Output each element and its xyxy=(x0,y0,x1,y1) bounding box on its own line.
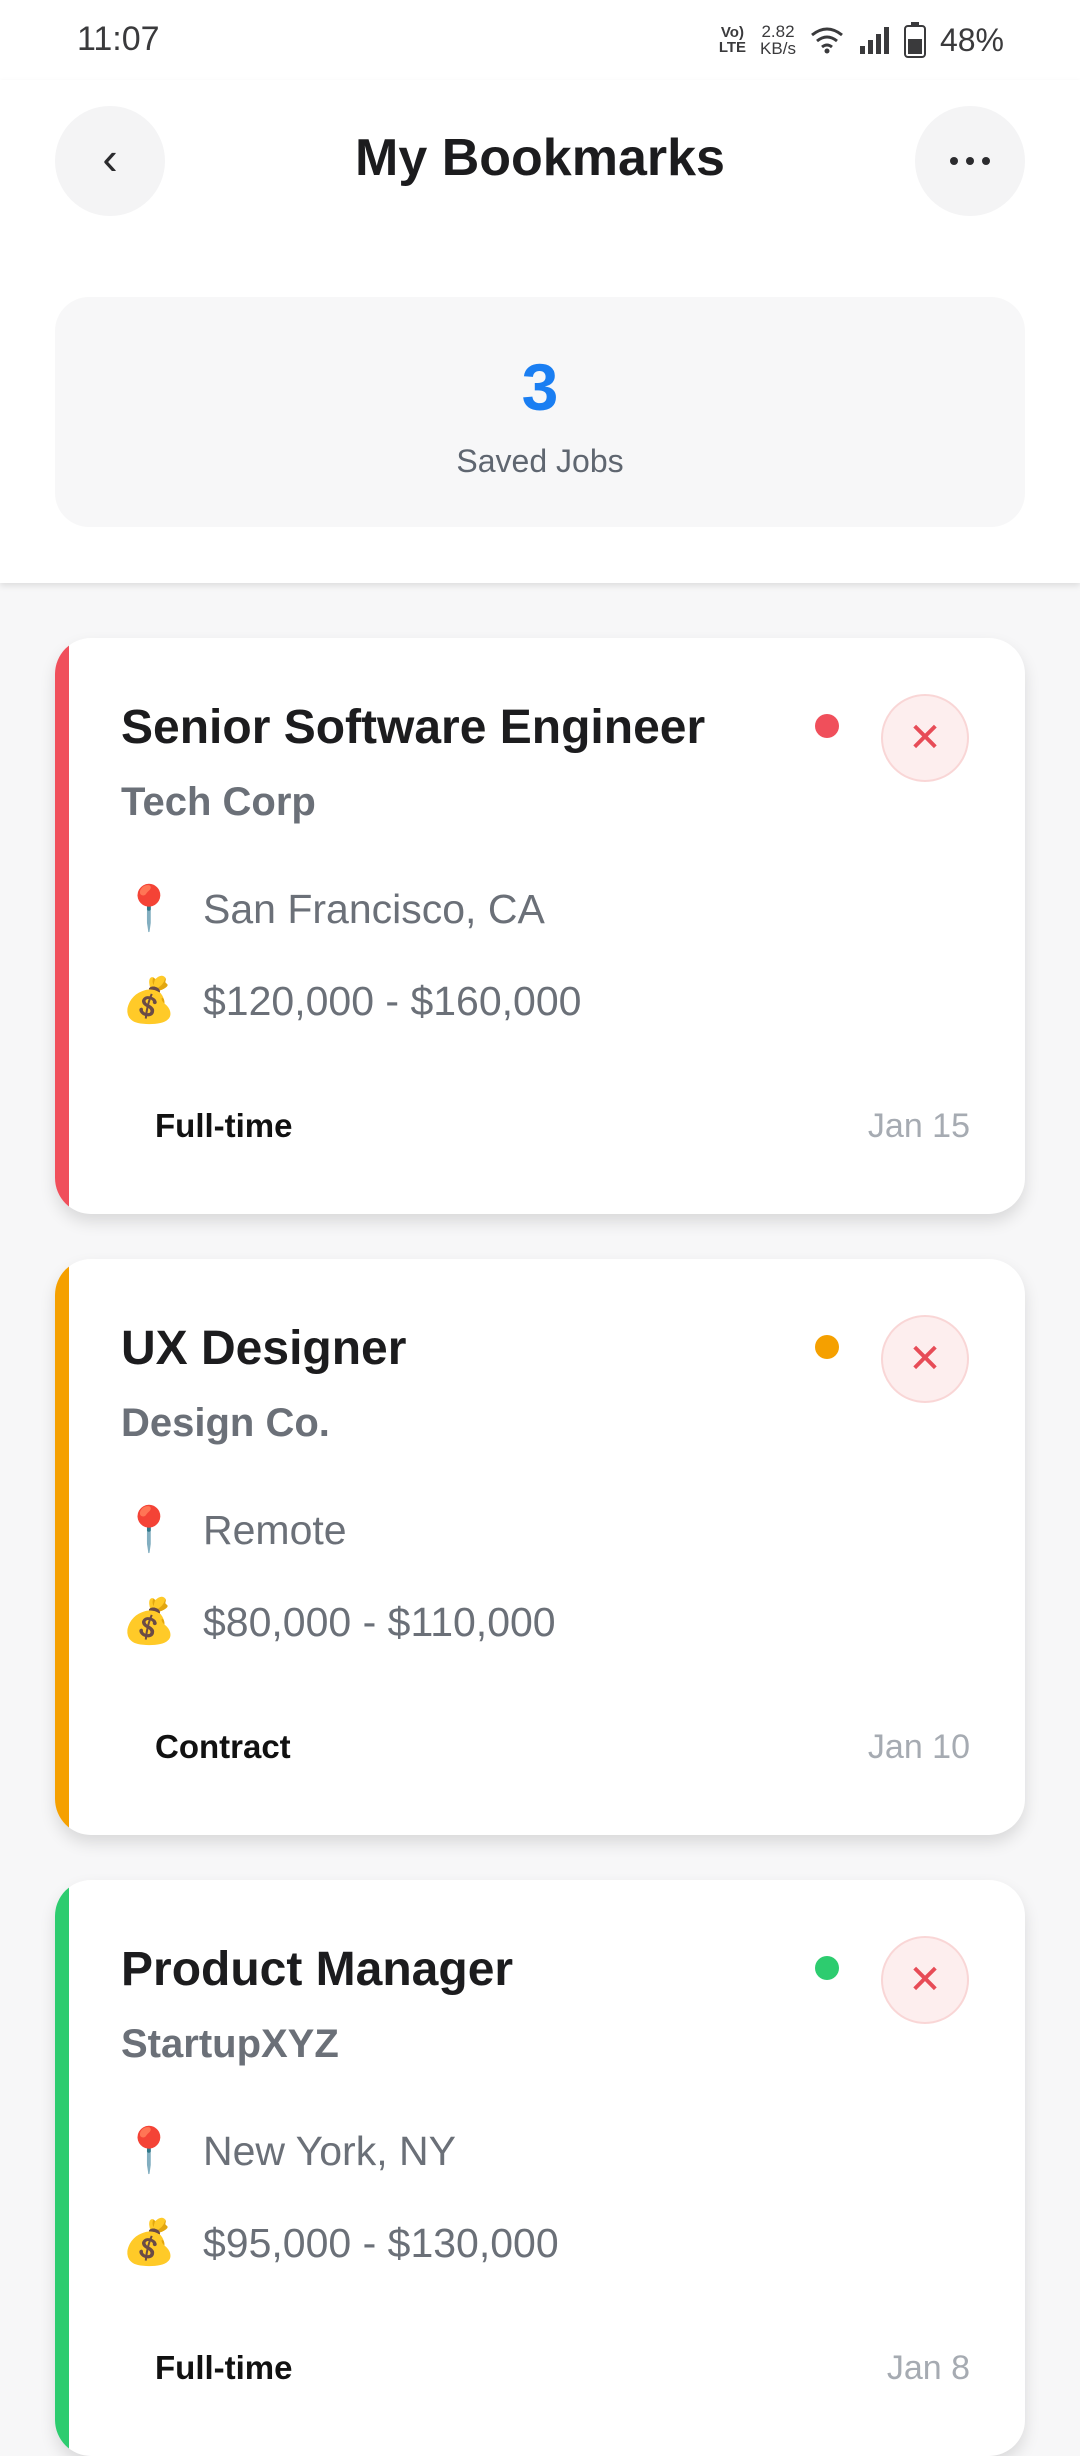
location-text: Remote xyxy=(203,1506,347,1553)
card-accent-bar xyxy=(55,1880,69,2456)
location-pin-icon: 📍 xyxy=(121,884,177,933)
money-bag-icon: 💰 xyxy=(121,1597,177,1646)
battery-icon xyxy=(903,22,926,58)
location-pin-icon: 📍 xyxy=(121,1505,177,1554)
salary-text: $120,000 - $160,000 xyxy=(203,977,582,1024)
location-row: 📍 Remote xyxy=(121,1502,347,1558)
company-name: Tech Corp xyxy=(121,780,316,824)
job-title: UX Designer xyxy=(121,1322,407,1375)
signal-icon xyxy=(859,27,889,54)
job-card[interactable]: Senior Software Engineer ✕ Tech Corp 📍 S… xyxy=(55,638,1025,1214)
battery-percentage: 48% xyxy=(939,21,1004,58)
saved-jobs-count: 3 xyxy=(521,350,559,424)
job-card[interactable]: Product Manager ✕ StartupXYZ 📍 New York,… xyxy=(55,1880,1025,2456)
company-name: Design Co. xyxy=(121,1401,330,1445)
salary-row: 💰 $120,000 - $160,000 xyxy=(121,973,582,1029)
salary-row: 💰 $80,000 - $110,000 xyxy=(121,1594,556,1650)
close-icon: ✕ xyxy=(908,1337,942,1381)
money-bag-icon: 💰 xyxy=(121,2218,177,2267)
network-speed: 2.82 KB/s xyxy=(760,22,796,58)
job-type-tag: Contract xyxy=(155,1728,291,1765)
saved-date: Jan 10 xyxy=(867,1728,970,1766)
card-accent-bar xyxy=(55,1259,69,1835)
status-bar: 11:07 Vo) LTE 2.82 KB/s 48% xyxy=(0,0,1080,80)
card-accent-bar xyxy=(55,638,69,1214)
wifi-icon xyxy=(811,27,843,54)
location-text: New York, NY xyxy=(203,2127,456,2174)
salary-row: 💰 $95,000 - $130,000 xyxy=(121,2215,559,2271)
close-icon: ✕ xyxy=(908,1958,942,2002)
more-options-button[interactable] xyxy=(915,106,1025,216)
close-icon: ✕ xyxy=(908,716,942,760)
location-row: 📍 New York, NY xyxy=(121,2123,456,2179)
saved-date: Jan 15 xyxy=(867,1107,970,1145)
job-title: Senior Software Engineer xyxy=(121,701,706,754)
location-row: 📍 San Francisco, CA xyxy=(121,881,545,937)
saved-jobs-label: Saved Jobs xyxy=(456,443,624,479)
priority-dot xyxy=(815,1956,839,1980)
location-text: San Francisco, CA xyxy=(203,885,545,932)
saved-jobs-summary: 3 Saved Jobs xyxy=(55,297,1025,527)
status-time: 11:07 xyxy=(77,20,160,58)
job-title: Product Manager xyxy=(121,1943,514,1996)
job-card[interactable]: UX Designer ✕ Design Co. 📍 Remote 💰 $80,… xyxy=(55,1259,1025,1835)
priority-dot xyxy=(815,714,839,738)
remove-bookmark-button[interactable]: ✕ xyxy=(881,1315,969,1403)
remove-bookmark-button[interactable]: ✕ xyxy=(881,1936,969,2024)
remove-bookmark-button[interactable]: ✕ xyxy=(881,694,969,782)
status-icons: Vo) LTE 2.82 KB/s 48% xyxy=(719,18,1004,62)
money-bag-icon: 💰 xyxy=(121,976,177,1025)
salary-text: $80,000 - $110,000 xyxy=(203,1598,556,1645)
location-pin-icon: 📍 xyxy=(121,2126,177,2175)
job-type-tag: Full-time xyxy=(155,1107,293,1144)
company-name: StartupXYZ xyxy=(121,2022,339,2066)
job-type-tag: Full-time xyxy=(155,2349,293,2386)
header: ‹ My Bookmarks 3 Saved Jobs xyxy=(0,80,1080,583)
volte-indicator: Vo) LTE xyxy=(718,24,747,56)
more-icon xyxy=(950,157,990,165)
priority-dot xyxy=(815,1335,839,1359)
salary-text: $95,000 - $130,000 xyxy=(203,2219,559,2266)
saved-date: Jan 8 xyxy=(886,2349,970,2387)
